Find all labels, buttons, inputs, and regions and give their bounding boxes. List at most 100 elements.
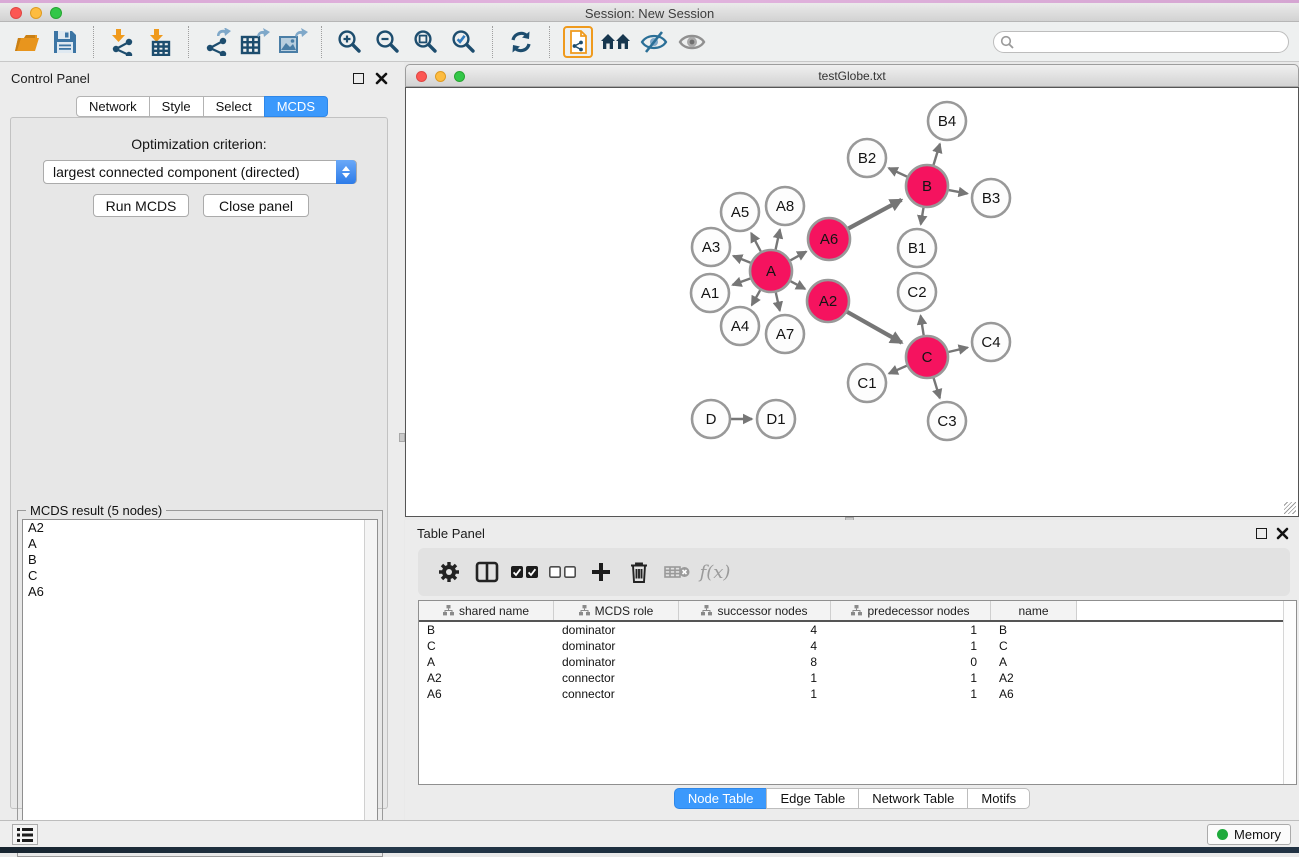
network-canvas[interactable]: B4B2BB3A5A8A6A3B1AC2A1A2A4A7C4CC1C3DD1 — [405, 87, 1299, 517]
graph-node-A6[interactable]: A6 — [808, 218, 850, 260]
search-input[interactable] — [993, 31, 1289, 53]
table-cell[interactable]: 1 — [679, 687, 831, 701]
show-panels-icon[interactable] — [676, 26, 708, 58]
graph-node-C1[interactable]: C1 — [848, 364, 886, 402]
graph-node-A7[interactable]: A7 — [766, 315, 804, 353]
hide-panels-icon[interactable] — [638, 26, 670, 58]
graph-edge-C-C2[interactable] — [921, 316, 924, 336]
graph-edge-A-A4[interactable] — [752, 290, 760, 305]
graph-edge-A-A8[interactable] — [776, 230, 780, 250]
home-layout-icon[interactable] — [600, 26, 632, 58]
network-file-tool-icon[interactable] — [562, 26, 594, 58]
table-cell[interactable]: 1 — [831, 639, 991, 653]
table-cell[interactable]: A2 — [419, 671, 554, 685]
graph-node-A3[interactable]: A3 — [692, 228, 730, 266]
table-row[interactable]: A6connector11A6 — [419, 686, 1296, 702]
graph-node-C3[interactable]: C3 — [928, 402, 966, 440]
table-cell[interactable]: dominator — [554, 639, 679, 653]
graph-edge-C-C1[interactable] — [889, 366, 907, 374]
column-header-shared-name[interactable]: shared name — [419, 601, 554, 620]
add-column-icon[interactable] — [584, 557, 618, 587]
mcds-result-item[interactable]: A2 — [23, 520, 377, 536]
graph-node-A5[interactable]: A5 — [721, 193, 759, 231]
graph-edge-C-C4[interactable] — [948, 348, 967, 353]
network-window-titlebar[interactable]: testGlobe.txt — [405, 64, 1299, 87]
graph-edge-A-A7[interactable] — [776, 293, 780, 311]
export-image-icon[interactable] — [277, 26, 309, 58]
graph-edge-B-B4[interactable] — [934, 144, 940, 165]
tab-node-table[interactable]: Node Table — [674, 788, 768, 809]
open-session-icon[interactable] — [11, 26, 43, 58]
graph-node-C2[interactable]: C2 — [898, 273, 936, 311]
graph-edge-A-A1[interactable] — [733, 279, 751, 285]
graph-node-B1[interactable]: B1 — [898, 229, 936, 267]
export-table-icon[interactable] — [239, 26, 271, 58]
table-cell[interactable]: A6 — [991, 687, 1077, 701]
tab-edge-table[interactable]: Edge Table — [766, 788, 859, 809]
graph-node-A8[interactable]: A8 — [766, 187, 804, 225]
graph-edge-A-A3[interactable] — [733, 256, 750, 263]
unselect-all-checkboxes-icon[interactable] — [546, 557, 580, 587]
graph-edge-A2-C[interactable] — [847, 312, 902, 343]
tab-network[interactable]: Network — [76, 96, 150, 117]
select-all-checkboxes-icon[interactable] — [508, 557, 542, 587]
graph-node-C4[interactable]: C4 — [972, 323, 1010, 361]
optimization-criterion-select[interactable]: largest connected component (directed) — [43, 160, 357, 184]
tab-network-table[interactable]: Network Table — [858, 788, 968, 809]
table-cell[interactable]: A2 — [991, 671, 1077, 685]
network-graph[interactable]: B4B2BB3A5A8A6A3B1AC2A1A2A4A7C4CC1C3DD1 — [406, 88, 1298, 516]
node-table[interactable]: shared nameMCDS rolesuccessor nodesprede… — [418, 600, 1297, 785]
graph-node-B4[interactable]: B4 — [928, 102, 966, 140]
graph-node-A2[interactable]: A2 — [807, 280, 849, 322]
table-cell[interactable]: 4 — [679, 623, 831, 637]
column-header-name[interactable]: name — [991, 601, 1077, 620]
table-cell[interactable]: B — [991, 623, 1077, 637]
column-header-successor-nodes[interactable]: successor nodes — [679, 601, 831, 620]
graph-edge-B-B3[interactable] — [949, 190, 968, 194]
run-mcds-button[interactable]: Run MCDS — [93, 194, 189, 217]
graph-node-D[interactable]: D — [692, 400, 730, 438]
close-panel-icon[interactable] — [375, 72, 388, 85]
refresh-view-icon[interactable] — [505, 26, 537, 58]
table-cell[interactable]: 0 — [831, 655, 991, 669]
save-session-icon[interactable] — [49, 26, 81, 58]
zoom-selected-icon[interactable] — [448, 26, 480, 58]
delete-column-icon[interactable] — [622, 557, 656, 587]
table-cell[interactable]: C — [991, 639, 1077, 653]
graph-node-D1[interactable]: D1 — [757, 400, 795, 438]
graph-node-B[interactable]: B — [906, 165, 948, 207]
table-cell[interactable]: 1 — [831, 687, 991, 701]
table-cell[interactable]: B — [419, 623, 554, 637]
graph-node-B3[interactable]: B3 — [972, 179, 1010, 217]
graph-node-C[interactable]: C — [906, 336, 948, 378]
import-network-icon[interactable] — [106, 26, 138, 58]
table-row[interactable]: Cdominator41C — [419, 638, 1296, 654]
close-panel-button[interactable]: Close panel — [203, 194, 309, 217]
split-columns-icon[interactable] — [470, 557, 504, 587]
mcds-result-item[interactable]: A — [23, 536, 377, 552]
column-header-MCDS-role[interactable]: MCDS role — [554, 601, 679, 620]
task-history-button[interactable] — [12, 824, 38, 845]
window-resize-grip[interactable] — [1284, 502, 1296, 514]
close-table-panel-icon[interactable] — [1276, 527, 1289, 540]
table-cell[interactable]: dominator — [554, 655, 679, 669]
delete-table-icon[interactable] — [660, 557, 694, 587]
zoom-fit-icon[interactable] — [410, 26, 442, 58]
table-row[interactable]: Adominator80A — [419, 654, 1296, 670]
mcds-result-item[interactable]: A6 — [23, 584, 377, 600]
table-row[interactable]: Bdominator41B — [419, 622, 1296, 638]
vertical-split-handle[interactable] — [399, 433, 405, 442]
column-header-predecessor-nodes[interactable]: predecessor nodes — [831, 601, 991, 620]
graph-edge-B-B2[interactable] — [889, 168, 907, 177]
tab-select[interactable]: Select — [203, 96, 265, 117]
table-cell[interactable]: 1 — [831, 671, 991, 685]
mcds-result-item[interactable]: C — [23, 568, 377, 584]
graph-edge-A6-B[interactable] — [848, 200, 901, 229]
node-table-scrollbar[interactable] — [1283, 601, 1296, 784]
table-cell[interactable]: A — [991, 655, 1077, 669]
tab-mcds[interactable]: MCDS — [264, 96, 328, 117]
table-row[interactable]: A2connector11A2 — [419, 670, 1296, 686]
graph-edge-A-A6[interactable] — [790, 252, 806, 261]
memory-button[interactable]: Memory — [1207, 824, 1291, 845]
graph-node-A1[interactable]: A1 — [691, 274, 729, 312]
